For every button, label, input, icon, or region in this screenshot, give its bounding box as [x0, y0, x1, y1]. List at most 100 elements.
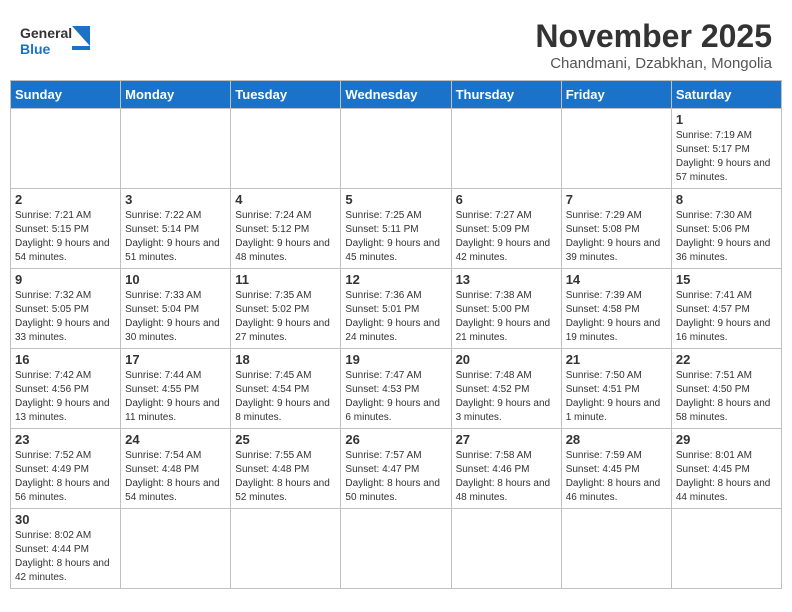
- day-info: Sunrise: 7:25 AMSunset: 5:11 PMDaylight:…: [345, 209, 446, 265]
- calendar-cell: 6 Sunrise: 7:27 AMSunset: 5:09 PMDaylight…: [451, 189, 561, 269]
- calendar-cell: [671, 509, 781, 589]
- calendar-cell: 1 Sunrise: 7:19 AMSunset: 5:17 PMDaylight…: [671, 109, 781, 189]
- day-number: 22: [676, 352, 777, 367]
- calendar-week-3: 9Sunrise: 7:32 AMSunset: 5:05 PMDaylight…: [11, 269, 782, 349]
- day-info: Sunrise: 7:27 AMSunset: 5:09 PMDaylight:…: [456, 209, 557, 265]
- day-info: Sunrise: 7:41 AMSunset: 4:57 PMDaylight:…: [676, 289, 777, 345]
- calendar-cell: [341, 509, 451, 589]
- calendar-cell: 11 Sunrise: 7:35 AMSunset: 5:02 PMDayligh…: [231, 269, 341, 349]
- weekday-friday: Friday: [561, 81, 671, 109]
- weekday-wednesday: Wednesday: [341, 81, 451, 109]
- day-number: 24: [125, 432, 226, 447]
- calendar-cell: [121, 109, 231, 189]
- logo: General Blue: [20, 18, 90, 62]
- calendar-cell: 13Sunrise: 7:38 AMSunset: 5:00 PMDayligh…: [451, 269, 561, 349]
- day-info: Sunrise: 8:01 AMSunset: 4:45 PMDaylight:…: [676, 449, 777, 505]
- day-number: 15: [676, 272, 777, 287]
- calendar-title: November 2025: [535, 18, 772, 55]
- weekday-monday: Monday: [121, 81, 231, 109]
- day-number: 6: [456, 192, 557, 207]
- calendar-cell: 15 Sunrise: 7:41 AMSunset: 4:57 PMDayligh…: [671, 269, 781, 349]
- day-info: Sunrise: 7:57 AMSunset: 4:47 PMDaylight:…: [345, 449, 446, 505]
- calendar-subtitle: Chandmani, Dzabkhan, Mongolia: [535, 55, 772, 72]
- day-number: 29: [676, 432, 777, 447]
- day-number: 16: [15, 352, 116, 367]
- day-number: 4: [235, 192, 336, 207]
- day-number: 14: [566, 272, 667, 287]
- day-info: Sunrise: 7:42 AMSunset: 4:56 PMDaylight:…: [15, 369, 116, 425]
- day-info: Sunrise: 7:59 AMSunset: 4:45 PMDaylight:…: [566, 449, 667, 505]
- calendar-cell: 24 Sunrise: 7:54 AMSunset: 4:48 PMDayligh…: [121, 429, 231, 509]
- day-number: 20: [456, 352, 557, 367]
- day-number: 1: [676, 112, 777, 127]
- day-info: Sunrise: 7:44 AMSunset: 4:55 PMDaylight:…: [125, 369, 226, 425]
- calendar-cell: 25Sunrise: 7:55 AMSunset: 4:48 PMDayligh…: [231, 429, 341, 509]
- calendar-cell: [561, 509, 671, 589]
- day-number: 17: [125, 352, 226, 367]
- svg-text:Blue: Blue: [20, 41, 51, 57]
- calendar-cell: 20 Sunrise: 7:48 AMSunset: 4:52 PMDayligh…: [451, 349, 561, 429]
- day-number: 19: [345, 352, 446, 367]
- day-info: Sunrise: 7:45 AMSunset: 4:54 PMDaylight:…: [235, 369, 336, 425]
- calendar-cell: [231, 109, 341, 189]
- calendar-cell: 18 Sunrise: 7:45 AMSunset: 4:54 PMDayligh…: [231, 349, 341, 429]
- calendar-week-1: 1 Sunrise: 7:19 AMSunset: 5:17 PMDaylight…: [11, 109, 782, 189]
- calendar-cell: 17 Sunrise: 7:44 AMSunset: 4:55 PMDayligh…: [121, 349, 231, 429]
- day-info: Sunrise: 7:48 AMSunset: 4:52 PMDaylight:…: [456, 369, 557, 425]
- calendar-cell: 7 Sunrise: 7:29 AMSunset: 5:08 PMDaylight…: [561, 189, 671, 269]
- day-number: 7: [566, 192, 667, 207]
- day-info: Sunrise: 7:52 AMSunset: 4:49 PMDaylight:…: [15, 449, 116, 505]
- day-info: Sunrise: 7:33 AMSunset: 5:04 PMDaylight:…: [125, 289, 226, 345]
- calendar-cell: 26Sunrise: 7:57 AMSunset: 4:47 PMDayligh…: [341, 429, 451, 509]
- day-info: Sunrise: 7:32 AMSunset: 5:05 PMDaylight:…: [15, 289, 116, 345]
- day-number: 12: [345, 272, 446, 287]
- calendar-cell: 21 Sunrise: 7:50 AMSunset: 4:51 PMDayligh…: [561, 349, 671, 429]
- calendar-cell: 28 Sunrise: 7:59 AMSunset: 4:45 PMDayligh…: [561, 429, 671, 509]
- calendar-week-5: 23 Sunrise: 7:52 AMSunset: 4:49 PMDayligh…: [11, 429, 782, 509]
- calendar-cell: 23 Sunrise: 7:52 AMSunset: 4:49 PMDayligh…: [11, 429, 121, 509]
- day-info: Sunrise: 7:51 AMSunset: 4:50 PMDaylight:…: [676, 369, 777, 425]
- calendar-cell: [451, 109, 561, 189]
- calendar-cell: [121, 509, 231, 589]
- calendar-cell: 22 Sunrise: 7:51 AMSunset: 4:50 PMDayligh…: [671, 349, 781, 429]
- weekday-tuesday: Tuesday: [231, 81, 341, 109]
- day-number: 25: [235, 432, 336, 447]
- day-number: 8: [676, 192, 777, 207]
- calendar-cell: 4 Sunrise: 7:24 AMSunset: 5:12 PMDaylight…: [231, 189, 341, 269]
- day-info: Sunrise: 7:54 AMSunset: 4:48 PMDaylight:…: [125, 449, 226, 505]
- title-block: November 2025 Chandmani, Dzabkhan, Mongo…: [535, 18, 772, 72]
- day-info: Sunrise: 7:47 AMSunset: 4:53 PMDaylight:…: [345, 369, 446, 425]
- calendar-cell: [341, 109, 451, 189]
- day-info: Sunrise: 7:50 AMSunset: 4:51 PMDaylight:…: [566, 369, 667, 425]
- calendar-cell: 30Sunrise: 8:02 AMSunset: 4:44 PMDayligh…: [11, 509, 121, 589]
- calendar-body: 1 Sunrise: 7:19 AMSunset: 5:17 PMDaylight…: [11, 109, 782, 589]
- day-number: 11: [235, 272, 336, 287]
- calendar-week-4: 16 Sunrise: 7:42 AMSunset: 4:56 PMDayligh…: [11, 349, 782, 429]
- calendar-cell: 9Sunrise: 7:32 AMSunset: 5:05 PMDaylight…: [11, 269, 121, 349]
- day-number: 3: [125, 192, 226, 207]
- weekday-saturday: Saturday: [671, 81, 781, 109]
- calendar-cell: 8Sunrise: 7:30 AMSunset: 5:06 PMDaylight…: [671, 189, 781, 269]
- day-number: 23: [15, 432, 116, 447]
- day-info: Sunrise: 7:21 AMSunset: 5:15 PMDaylight:…: [15, 209, 116, 265]
- day-info: Sunrise: 7:19 AMSunset: 5:17 PMDaylight:…: [676, 129, 777, 185]
- day-number: 21: [566, 352, 667, 367]
- day-number: 18: [235, 352, 336, 367]
- calendar-cell: 3 Sunrise: 7:22 AMSunset: 5:14 PMDaylight…: [121, 189, 231, 269]
- day-number: 5: [345, 192, 446, 207]
- calendar-cell: 29 Sunrise: 8:01 AMSunset: 4:45 PMDayligh…: [671, 429, 781, 509]
- calendar-cell: 10Sunrise: 7:33 AMSunset: 5:04 PMDayligh…: [121, 269, 231, 349]
- calendar-cell: 19 Sunrise: 7:47 AMSunset: 4:53 PMDayligh…: [341, 349, 451, 429]
- weekday-header-row: SundayMondayTuesdayWednesdayThursdayFrid…: [11, 81, 782, 109]
- calendar-cell: 14Sunrise: 7:39 AMSunset: 4:58 PMDayligh…: [561, 269, 671, 349]
- calendar-cell: 5 Sunrise: 7:25 AMSunset: 5:11 PMDaylight…: [341, 189, 451, 269]
- day-number: 2: [15, 192, 116, 207]
- generalblue-logo-icon: General Blue: [20, 18, 90, 62]
- day-info: Sunrise: 7:22 AMSunset: 5:14 PMDaylight:…: [125, 209, 226, 265]
- day-info: Sunrise: 7:24 AMSunset: 5:12 PMDaylight:…: [235, 209, 336, 265]
- day-info: Sunrise: 7:35 AMSunset: 5:02 PMDaylight:…: [235, 289, 336, 345]
- day-number: 28: [566, 432, 667, 447]
- day-number: 13: [456, 272, 557, 287]
- day-number: 30: [15, 512, 116, 527]
- day-info: Sunrise: 7:29 AMSunset: 5:08 PMDaylight:…: [566, 209, 667, 265]
